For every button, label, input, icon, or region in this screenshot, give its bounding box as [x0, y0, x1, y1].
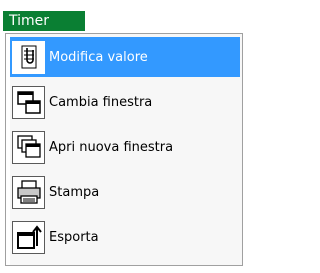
- menu-item-label: Stampa: [49, 184, 100, 200]
- export-icon: [12, 220, 45, 254]
- menu-item-modifica-valore[interactable]: Modifica valore: [10, 37, 240, 77]
- menu-item-stampa[interactable]: Stampa: [10, 172, 240, 212]
- menu-item-cambia-finestra[interactable]: Cambia finestra: [10, 82, 240, 122]
- menu-item-esporta[interactable]: Esporta: [10, 217, 240, 257]
- printer-icon: [12, 175, 45, 209]
- context-menu: Modifica valore Cambia finestra Apri nuo…: [5, 33, 243, 266]
- menu-item-label: Esporta: [49, 229, 99, 245]
- menu-item-apri-nuova-finestra[interactable]: Apri nuova finestra: [10, 127, 240, 167]
- new-window-icon: [12, 130, 45, 164]
- menu-item-label: Modifica valore: [49, 49, 148, 65]
- timer-tab-label: Timer: [9, 13, 50, 29]
- timer-tab[interactable]: Timer: [2, 10, 86, 32]
- menu-item-label: Apri nuova finestra: [49, 139, 174, 155]
- paperclip-icon: [12, 40, 45, 74]
- menu-item-label: Cambia finestra: [49, 94, 153, 110]
- window-switch-icon: [12, 85, 45, 119]
